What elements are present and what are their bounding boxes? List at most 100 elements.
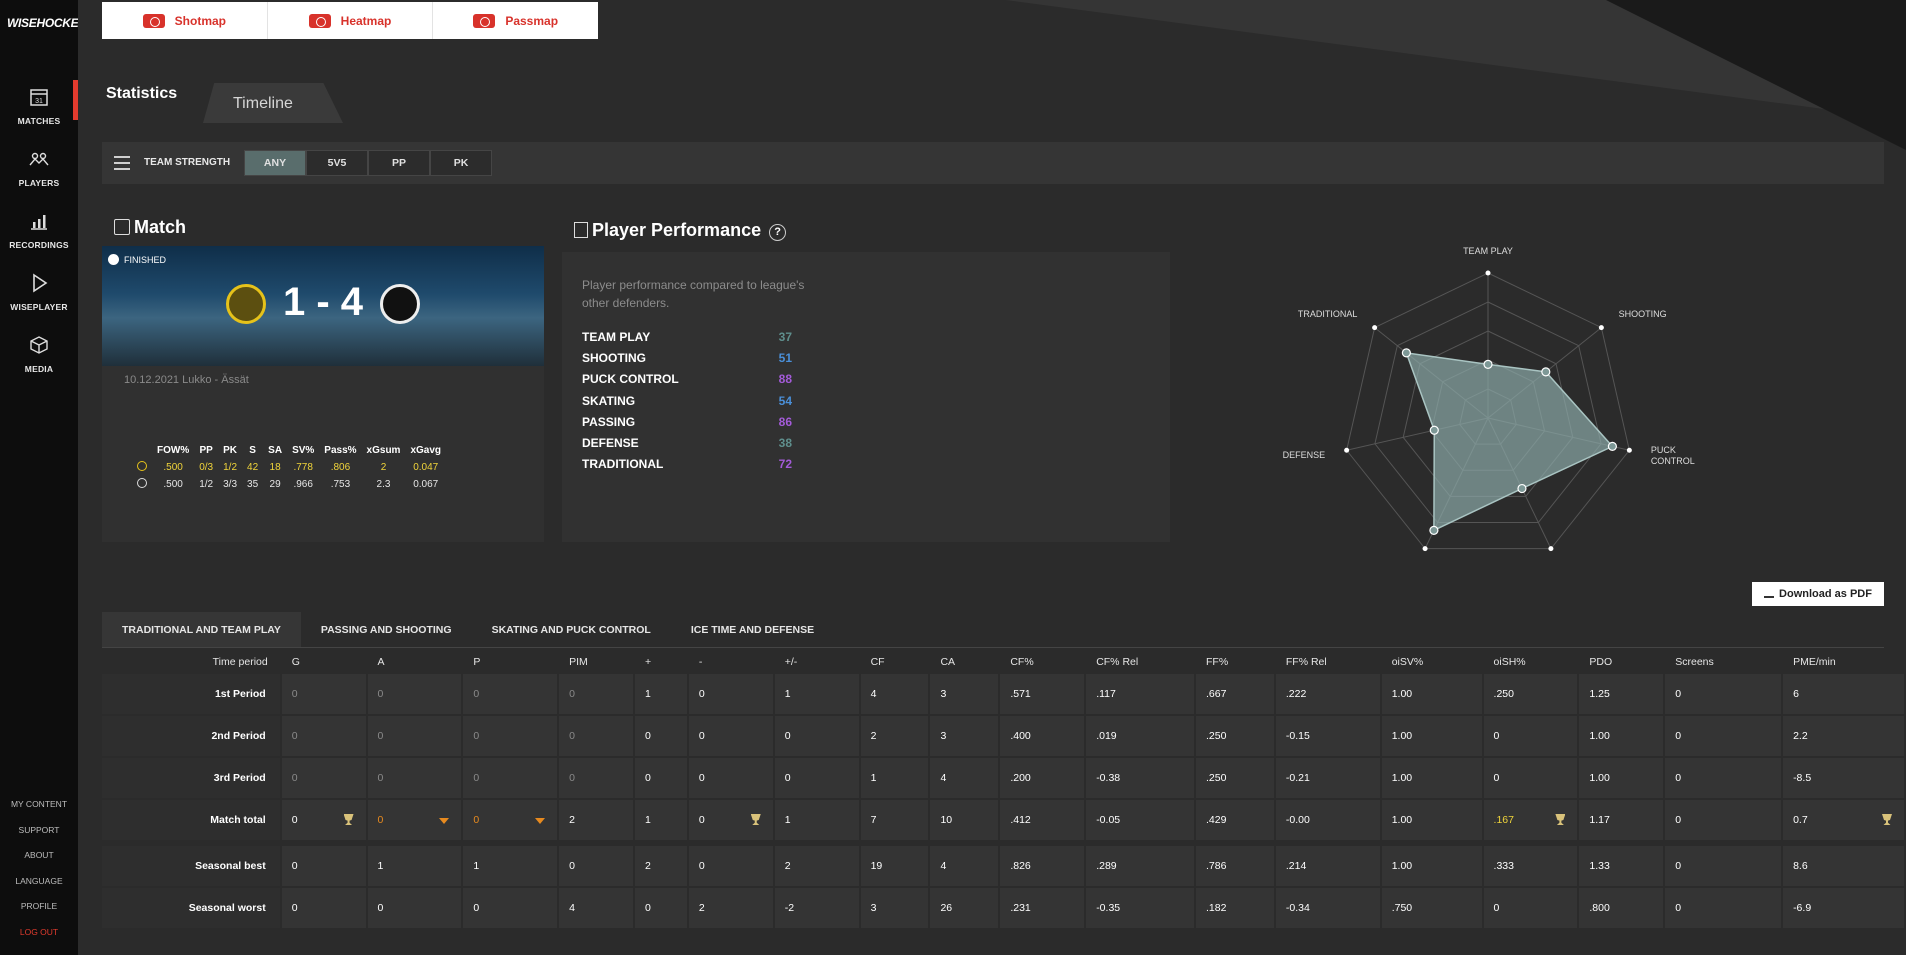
match-stat-cell: 0/3 [199,462,214,473]
radar-point[interactable] [1541,367,1551,377]
match-stat-cell: 0.067 [413,479,439,490]
match-stat-header: S [249,445,256,456]
table-cell: 0 [463,758,560,800]
table-cell: 0 [1665,800,1784,846]
table-cell: 2 [559,800,636,846]
radar-point[interactable] [1517,483,1527,494]
table-cell: -0.38 [1086,758,1196,800]
column-header[interactable]: A [368,650,464,674]
nav-wiseplayer[interactable]: WISEPLAYER [0,266,78,322]
strength-option-any[interactable]: ANY [244,150,306,176]
column-header[interactable]: +/- [775,650,861,674]
row-header: Seasonal worst [102,888,282,930]
tab-traditional-team-play[interactable]: TRADITIONAL AND TEAM PLAY [102,612,301,648]
nav-recordings[interactable]: RECORDINGS [0,204,78,260]
metric-label: DEFENSE [582,436,639,450]
table-row: Match total 0 0 0 2 1 0 1 7 10.412 -0.05.429 -0.00 1… [102,800,1906,846]
column-header[interactable]: PDO [1579,650,1665,674]
nav-players[interactable]: PLAYERS [0,142,78,198]
calendar-icon: 31 [30,89,48,106]
language-link[interactable]: LANGUAGE [0,869,78,895]
radar-point[interactable] [1429,425,1439,435]
tab-skating-puck-control[interactable]: SKATING AND PUCK CONTROL [472,612,671,648]
table-cell: .182 [1196,888,1276,930]
match-stat-cell: .500 [163,479,183,490]
column-header[interactable]: Screens [1665,650,1783,674]
radar-point[interactable] [1429,525,1439,535]
table-cell: 7 [860,800,931,846]
download-pdf-button[interactable]: Download as PDF [1752,582,1884,606]
support-link[interactable]: SUPPORT [0,818,78,844]
table-cell: 0 [688,800,775,846]
player-performance-title: Player Performance? [574,220,787,241]
column-header[interactable]: P [463,650,559,674]
table-cell: 2 [774,846,861,888]
column-header[interactable]: - [689,650,775,674]
passmap-button[interactable]: Passmap [433,2,598,39]
tab-statistics[interactable]: Statistics [106,85,177,103]
nav-media[interactable]: MEDIA [0,328,78,384]
table-cell: 10 [930,800,1001,846]
match-stat-cell: 18 [269,462,281,473]
play-icon [33,273,48,293]
table-cell: 0 [281,846,368,888]
tab-ice-time-defense[interactable]: ICE TIME AND DEFENSE [671,612,834,648]
table-cell: -0.05 [1086,800,1196,846]
table-cell: 8.6 [1783,846,1906,888]
logout-link[interactable]: LOG OUT [0,920,78,946]
tab-timeline[interactable]: Timeline [203,83,343,123]
column-header[interactable]: Time period [102,650,282,674]
metric-value: 37 [778,330,792,344]
table-cell: -0.35 [1086,888,1196,930]
column-header[interactable]: CF [861,650,931,674]
nav-label: RECORDINGS [9,240,69,250]
help-icon[interactable]: ? [769,224,787,241]
column-header[interactable]: FF% [1196,650,1276,674]
column-header[interactable]: PIM [559,650,635,674]
match-card[interactable]: FINISHED 1 - 4 10.12.2021 Lukko - Ässät … [102,246,544,542]
match-stat-header: SA [268,445,283,456]
column-header[interactable]: CA [930,650,1000,674]
my-content-link[interactable]: MY CONTENT [0,792,78,818]
match-stat-cell: .500 [163,462,183,473]
radar-axis-end [1548,546,1554,552]
column-header[interactable]: FF% Rel [1276,650,1382,674]
heatmap-button[interactable]: Heatmap [268,2,434,39]
table-cell: 1.00 [1579,716,1666,758]
column-header[interactable]: PME/min [1783,650,1906,674]
caret-down-icon[interactable] [439,818,450,824]
radar-point[interactable] [1401,348,1411,358]
table-cell: .231 [1000,888,1087,930]
table-cell: .571 [1000,674,1087,716]
column-header[interactable]: CF% [1000,650,1086,674]
match-stat-header: xGsum [366,445,401,456]
column-header[interactable]: oiSV% [1382,650,1484,674]
about-link[interactable]: ABOUT [0,843,78,869]
tab-passing-shooting[interactable]: PASSING AND SHOOTING [301,612,472,648]
radar-axis-end [1598,325,1604,331]
table-cell: .667 [1196,674,1276,716]
strength-option-pk[interactable]: PK [430,150,492,176]
column-header[interactable]: G [282,650,368,674]
metric-row: DEFENSE 38 [582,436,792,450]
strength-option-pp[interactable]: PP [368,150,430,176]
app-logo[interactable]: WISEHOCKEY [7,16,86,30]
table-cell: 0 [367,716,464,758]
column-header[interactable]: oiSH% [1484,650,1580,674]
strength-option-5v5[interactable]: 5V5 [306,150,368,176]
table-cell: 6 [1783,674,1906,716]
nav-matches[interactable]: 31 MATCHES [0,80,78,136]
passmap-label: Passmap [505,13,559,28]
profile-link[interactable]: PROFILE [0,894,78,920]
shotmap-button[interactable]: Shotmap [102,2,268,39]
table-cell: 0 [774,758,861,800]
table-cell: .289 [1086,846,1196,888]
caret-down-icon[interactable] [535,818,546,824]
radar-point[interactable] [1607,441,1618,451]
column-header[interactable]: + [635,650,689,674]
radar-axis-end [1485,270,1491,276]
radar-point[interactable] [1483,359,1493,369]
table-cell: 1.00 [1381,800,1484,846]
table-cell: 0 [463,800,560,846]
column-header[interactable]: CF% Rel [1086,650,1196,674]
